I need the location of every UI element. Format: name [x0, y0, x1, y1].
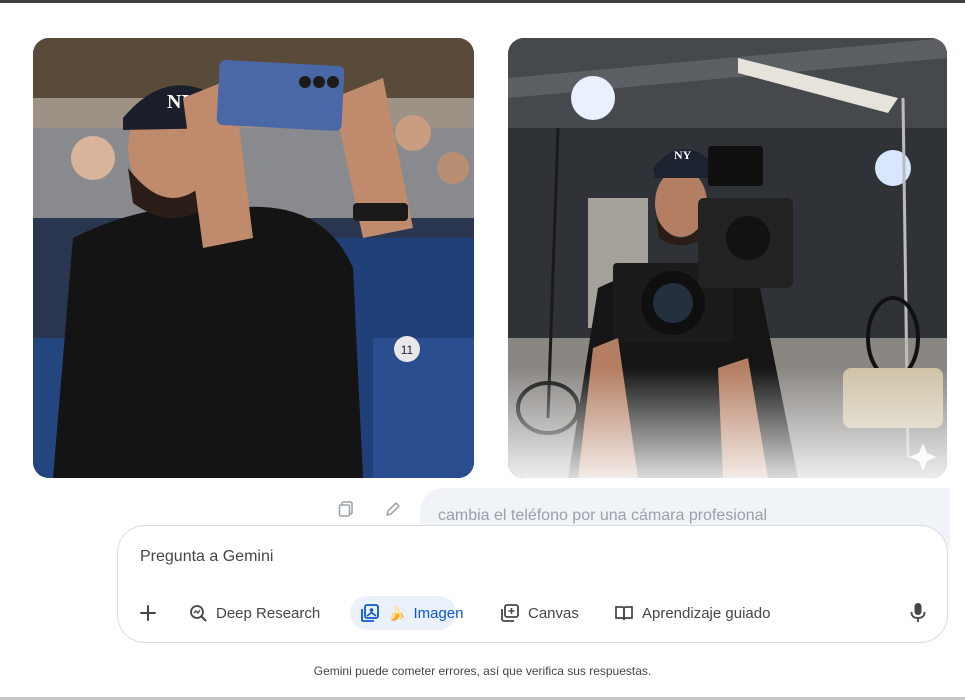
canvas-label: Canvas	[528, 604, 579, 622]
guided-learning-button[interactable]: Aprendizaje guiado	[614, 596, 770, 630]
stadium-photo: 11 NY	[33, 38, 474, 478]
studio-photo: NY	[508, 38, 947, 478]
imagen-tool-chip[interactable]: 🍌 Imagen	[350, 596, 463, 630]
copy-icon[interactable]	[337, 500, 355, 518]
seat-number: 11	[401, 343, 414, 357]
deep-research-label: Deep Research	[216, 604, 321, 622]
canvas-button[interactable]: Canvas	[500, 596, 579, 630]
banana-emoji-icon: 🍌	[388, 604, 406, 621]
microphone-icon	[910, 603, 926, 622]
guided-learning-label: Aprendizaje guiado	[642, 604, 771, 622]
canvas-icon	[501, 604, 519, 622]
open-book-icon	[615, 606, 633, 621]
generated-image-studio[interactable]: NY	[508, 38, 947, 478]
plus-icon	[140, 605, 156, 621]
prompt-input[interactable]: Pregunta a Gemini	[140, 548, 273, 566]
user-message-text: cambia el teléfono por una cámara profes…	[438, 507, 768, 524]
imagen-label: Imagen	[413, 604, 464, 622]
window-top-border	[0, 0, 965, 3]
edit-pencil-icon[interactable]	[384, 500, 402, 518]
disclaimer-text: Gemini puede cometer errores, así que ve…	[313, 664, 652, 678]
generated-image-stadium[interactable]: 11 NY	[33, 38, 474, 478]
deep-research-button[interactable]: Deep Research	[188, 596, 320, 630]
prompt-input-box[interactable]: Pregunta a Gemini Deep Research 🍌 Imagen	[117, 525, 948, 643]
deep-research-icon	[190, 605, 207, 622]
microphone-button[interactable]	[908, 602, 928, 624]
add-files-button[interactable]	[138, 596, 158, 630]
image-gallery-icon	[361, 604, 379, 622]
